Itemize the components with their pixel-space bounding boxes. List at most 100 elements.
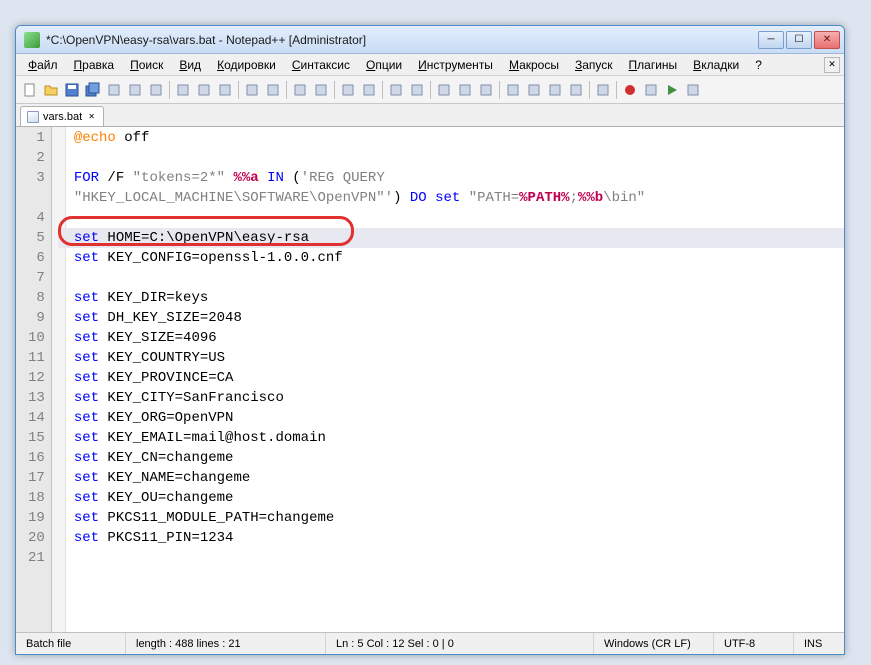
sync-v-icon[interactable] [386,80,406,100]
indent-guide-icon[interactable] [476,80,496,100]
new-file-icon[interactable] [20,80,40,100]
code-line[interactable]: set KEY_CONFIG=openssl-1.0.0.cnf [74,248,844,268]
code-line[interactable] [74,268,844,288]
maximize-button[interactable]: ☐ [786,31,812,49]
tab-active[interactable]: vars.bat ✕ [20,106,104,126]
doc-map-icon[interactable] [524,80,544,100]
menu-файл[interactable]: Файл [20,56,66,74]
code-line[interactable]: set DH_KEY_SIZE=2048 [74,308,844,328]
show-all-chars-icon[interactable] [455,80,475,100]
toolbar [16,76,844,104]
code-line[interactable] [74,208,844,228]
monitor-icon[interactable] [593,80,613,100]
folder-icon[interactable] [566,80,586,100]
code-line[interactable]: set KEY_SIZE=4096 [74,328,844,348]
app-icon [24,32,40,48]
menu-плагины[interactable]: Плагины [621,56,686,74]
line-number: 20 [28,528,45,548]
file-icon [27,111,39,123]
open-file-icon[interactable] [41,80,61,100]
close-button[interactable]: ✕ [814,31,840,49]
function-list-icon[interactable] [545,80,565,100]
paste-icon[interactable] [215,80,235,100]
code-line[interactable]: set KEY_ORG=OpenVPN [74,408,844,428]
line-number: 8 [28,288,45,308]
sync-h-icon[interactable] [407,80,427,100]
tab-close-icon[interactable]: ✕ [86,111,97,122]
titlebar[interactable]: *C:\OpenVPN\easy-rsa\vars.bat - Notepad+… [16,26,844,54]
record-icon[interactable] [620,80,640,100]
line-number: 16 [28,448,45,468]
play-multi-icon[interactable] [683,80,703,100]
status-filetype: Batch file [16,633,126,654]
print-icon[interactable] [146,80,166,100]
menu-?[interactable]: ? [747,56,770,74]
line-number: 21 [28,548,45,568]
code-line[interactable] [74,148,844,168]
code-line[interactable]: FOR /F "tokens=2*" %%a IN ('REG QUERY [74,168,844,188]
status-encoding[interactable]: UTF-8 [714,633,794,654]
status-eol[interactable]: Windows (CR LF) [594,633,714,654]
replace-icon[interactable] [311,80,331,100]
menu-вкладки[interactable]: Вкладки [685,56,747,74]
close-icon[interactable] [104,80,124,100]
code-line[interactable]: set KEY_COUNTRY=US [74,348,844,368]
code-line[interactable]: set KEY_NAME=changeme [74,468,844,488]
status-position: Ln : 5 Col : 12 Sel : 0 | 0 [326,633,594,654]
language-icon[interactable] [503,80,523,100]
minimize-button[interactable]: ─ [758,31,784,49]
code-line[interactable]: set KEY_CITY=SanFrancisco [74,388,844,408]
menu-макросы[interactable]: Макросы [501,56,567,74]
code-line[interactable]: set KEY_EMAIL=mail@host.domain [74,428,844,448]
zoom-in-icon[interactable] [338,80,358,100]
menu-опции[interactable]: Опции [358,56,410,74]
copy-icon[interactable] [194,80,214,100]
line-number [28,188,45,208]
close-all-icon[interactable] [125,80,145,100]
zoom-out-icon[interactable] [359,80,379,100]
cut-icon[interactable] [173,80,193,100]
code-line[interactable] [74,548,844,568]
save-icon[interactable] [62,80,82,100]
wordwrap-icon[interactable] [434,80,454,100]
line-number: 14 [28,408,45,428]
menu-кодировки[interactable]: Кодировки [209,56,284,74]
window-title: *C:\OpenVPN\easy-rsa\vars.bat - Notepad+… [46,33,758,47]
menu-запуск[interactable]: Запуск [567,56,621,74]
code-line[interactable]: set KEY_OU=changeme [74,488,844,508]
menu-правка[interactable]: Правка [66,56,123,74]
menubar: ФайлПравкаПоискВидКодировкиСинтаксисОпци… [16,54,844,76]
statusbar: Batch file length : 488 lines : 21 Ln : … [16,632,844,654]
tab-label: vars.bat [43,111,82,123]
menu-поиск[interactable]: Поиск [122,56,171,74]
play-icon[interactable] [662,80,682,100]
undo-icon[interactable] [242,80,262,100]
line-number: 15 [28,428,45,448]
line-number: 7 [28,268,45,288]
save-all-icon[interactable] [83,80,103,100]
code-area[interactable]: @echo off FOR /F "tokens=2*" %%a IN ('RE… [66,127,844,632]
status-mode[interactable]: INS [794,633,844,654]
code-line[interactable]: "HKEY_LOCAL_MACHINE\SOFTWARE\OpenVPN"') … [74,188,844,208]
code-line[interactable]: set PKCS11_PIN=1234 [74,528,844,548]
editor[interactable]: 123456789101112131415161718192021 @echo … [16,126,844,632]
stop-icon[interactable] [641,80,661,100]
line-number: 17 [28,468,45,488]
code-line[interactable]: set KEY_DIR=keys [74,288,844,308]
line-number: 10 [28,328,45,348]
code-line[interactable]: set KEY_PROVINCE=CA [74,368,844,388]
redo-icon[interactable] [263,80,283,100]
menu-вид[interactable]: Вид [171,56,209,74]
code-line[interactable]: set KEY_CN=changeme [74,448,844,468]
find-icon[interactable] [290,80,310,100]
code-line[interactable]: @echo off [74,128,844,148]
line-number: 2 [28,148,45,168]
line-number: 12 [28,368,45,388]
line-number: 6 [28,248,45,268]
fold-margin [52,127,66,632]
code-line[interactable]: set HOME=C:\OpenVPN\easy-rsa [74,228,844,248]
menu-синтаксис[interactable]: Синтаксис [284,56,358,74]
code-line[interactable]: set PKCS11_MODULE_PATH=changeme [74,508,844,528]
menu-close-button[interactable]: ✕ [824,57,840,73]
menu-инструменты[interactable]: Инструменты [410,56,501,74]
